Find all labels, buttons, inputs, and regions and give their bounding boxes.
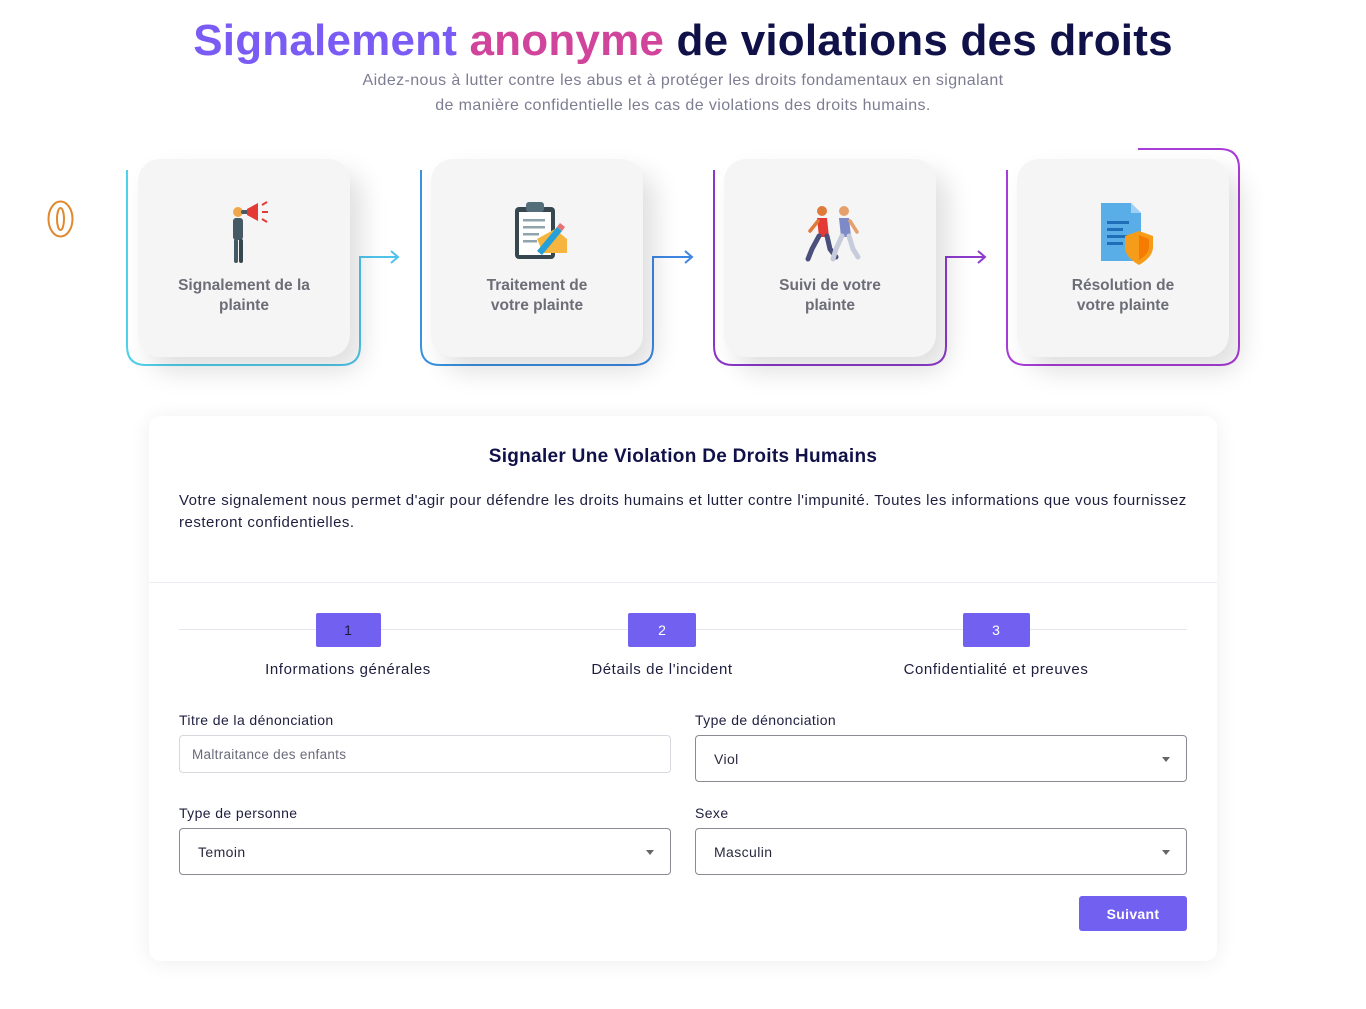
page-subtitle: Aidez-nous à lutter contre les abus et à…: [283, 68, 1083, 118]
type-denonciation-label: Type de dénonciation: [695, 712, 837, 728]
process-step-resolution: Résolution de votre plainte: [1017, 159, 1229, 357]
sexe-label: Sexe: [695, 805, 729, 821]
form-title: Signaler Une Violation De Droits Humains: [488, 446, 878, 467]
process-step-label: Signalement de la plainte: [158, 276, 330, 316]
titre-input[interactable]: [179, 735, 671, 773]
process-step-label-line-2: votre plainte: [490, 297, 584, 314]
wizard-step-1[interactable]: 1 Informations générales: [198, 613, 498, 678]
wizard-step-number[interactable]: 2: [628, 613, 696, 647]
wizard-step-number[interactable]: 1: [315, 613, 381, 647]
chevron-down-icon: [646, 850, 654, 855]
wizard-step-label: Informations générales: [265, 661, 431, 678]
type-personne-select[interactable]: Temoin: [179, 828, 671, 875]
title-part-signalement: Signalement: [193, 16, 458, 65]
title-part-anonyme: anonyme: [469, 16, 665, 65]
process-step-label-line-2: votre plainte: [1076, 297, 1170, 314]
subtitle-line-2: de manière confidentielle les cas de vio…: [435, 97, 931, 114]
process-step-label-line-1: Signalement de la: [178, 277, 310, 294]
clipboard-icon: [515, 202, 567, 259]
sexe-value: Masculin: [714, 844, 773, 860]
process-step-label-line-1: Résolution de: [1071, 277, 1175, 294]
chevron-down-icon: [1162, 850, 1170, 855]
walking-people-icon: [805, 206, 861, 262]
wizard-step-2[interactable]: 2 Détails de l'incident: [512, 613, 812, 678]
type-personne-value: Temoin: [198, 844, 246, 860]
megaphone-person-icon: [233, 201, 268, 263]
wizard-step-number[interactable]: 3: [962, 613, 1030, 647]
type-denonciation-value: Viol: [714, 751, 739, 767]
process-step-label: Traitement de votre plainte: [451, 276, 623, 316]
process-step-label: Résolution de votre plainte: [1037, 276, 1209, 316]
process-step-label: Suivi de votre plainte: [744, 276, 916, 316]
chevron-down-icon: [1162, 757, 1170, 762]
sexe-select[interactable]: Masculin: [695, 828, 1187, 875]
titre-label: Titre de la dénonciation: [179, 712, 334, 728]
process-steps: Signalement de la plainte Traitement de vo…: [0, 140, 1366, 380]
page-title: Signalement anonyme de violations des dr…: [0, 14, 1366, 68]
process-step-suivi: Suivi de votre plainte: [724, 159, 936, 357]
title-part-rest: de violations des droits: [676, 16, 1173, 65]
process-step-label-line-1: Suivi de votre: [779, 277, 881, 294]
wizard-step-3[interactable]: 3 Confidentialité et preuves: [846, 613, 1146, 678]
type-denonciation-select[interactable]: Viol: [695, 735, 1187, 782]
form-divider: [149, 582, 1217, 583]
wizard-step-label: Confidentialité et preuves: [903, 661, 1089, 678]
process-step-traitement: Traitement de votre plainte: [431, 159, 643, 357]
type-personne-label: Type de personne: [179, 805, 298, 821]
document-shield-icon: [1101, 203, 1153, 265]
form-intro: Votre signalement nous permet d'agir pou…: [179, 492, 1187, 531]
report-form-card: Signaler Une Violation De Droits Humains…: [149, 416, 1217, 961]
subtitle-line-1: Aidez-nous à lutter contre les abus et à…: [362, 72, 1004, 89]
process-step-signalement: Signalement de la plainte: [138, 159, 350, 357]
next-button[interactable]: Suivant: [1079, 896, 1187, 931]
process-step-label-line-1: Traitement de: [486, 277, 588, 294]
process-step-label-line-2: plainte: [219, 297, 269, 314]
process-step-label-line-2: plainte: [805, 297, 855, 314]
wizard-step-label: Détails de l'incident: [591, 661, 733, 678]
